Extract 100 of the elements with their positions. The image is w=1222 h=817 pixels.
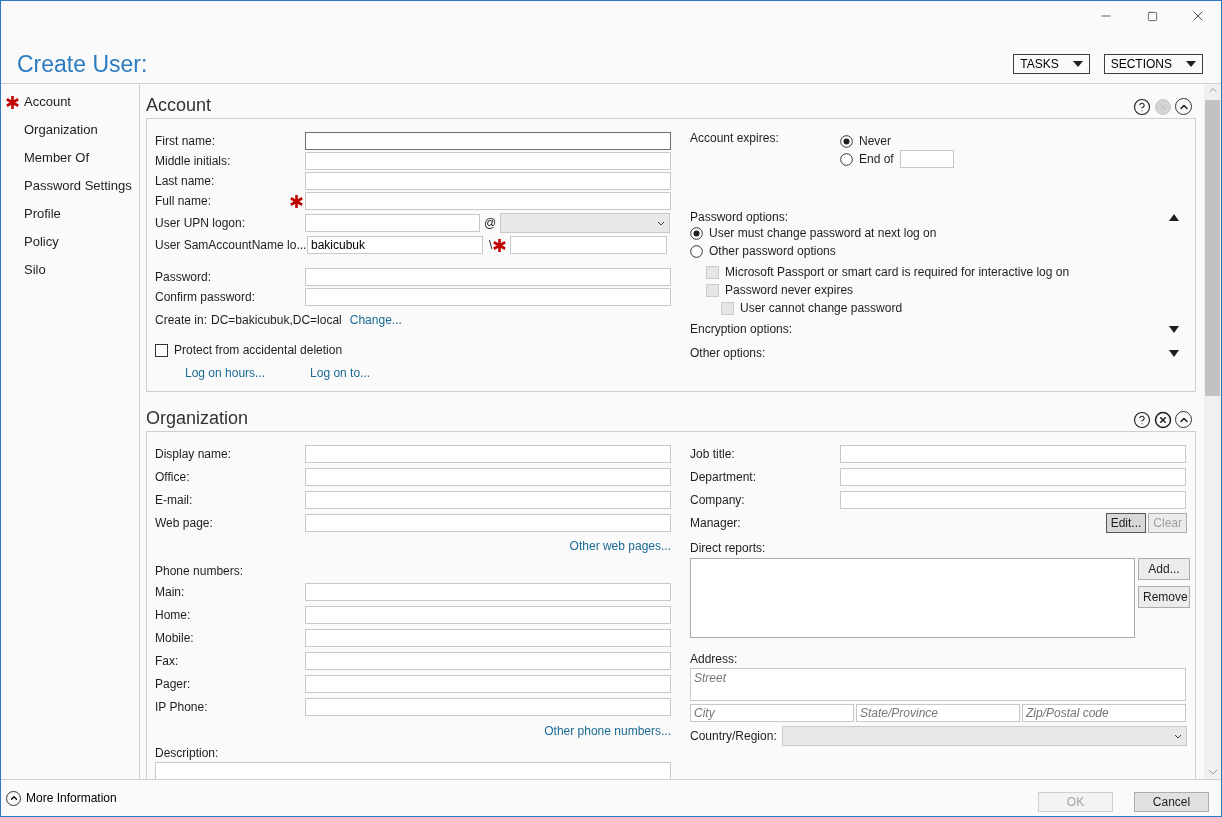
log-on-link[interactable]: Log on hours... xyxy=(185,366,266,380)
field-label: Direct reports: xyxy=(690,541,766,555)
field-label: Create in: xyxy=(155,313,208,327)
country-dropdown[interactable] xyxy=(782,726,1187,746)
group-label: Password options: xyxy=(690,210,789,224)
radio-button[interactable] xyxy=(690,244,703,258)
text-field[interactable] xyxy=(510,236,668,254)
field-label: Department: xyxy=(690,469,757,484)
field-label: User SamAccountName lo... xyxy=(155,238,307,252)
street-field[interactable]: Street xyxy=(690,668,1186,701)
text-field[interactable] xyxy=(305,192,671,210)
text-field[interactable] xyxy=(840,444,1186,463)
nav-link[interactable]: Organization xyxy=(24,122,98,137)
address-field[interactable]: Zip/Postal code xyxy=(1022,704,1186,722)
password-field[interactable] xyxy=(305,268,671,286)
password-field[interactable] xyxy=(305,288,671,306)
field-label: Company: xyxy=(690,492,745,507)
collapse-triangle-icon[interactable] xyxy=(1169,213,1179,221)
text-field[interactable] xyxy=(840,490,1186,509)
radio-button[interactable] xyxy=(840,134,853,148)
change-link[interactable]: Change... xyxy=(349,313,402,327)
log-on-link[interactable]: Log on to... xyxy=(310,366,371,380)
group-label: Other options: xyxy=(690,346,766,360)
field-label: Account expires: xyxy=(690,131,779,145)
field-label: User UPN logon: xyxy=(155,216,246,230)
direct-reports-list[interactable] xyxy=(690,558,1135,638)
text-field[interactable] xyxy=(305,132,671,150)
field-label: Display name: xyxy=(155,446,232,461)
text-field[interactable] xyxy=(305,152,671,170)
field-label: Description: xyxy=(155,746,219,760)
field-label: Middle initials: xyxy=(155,154,231,168)
nav-link[interactable]: Profile xyxy=(24,206,61,221)
date-field[interactable] xyxy=(899,150,954,168)
checkbox-label: User cannot change password xyxy=(740,301,903,315)
address-field[interactable]: City xyxy=(690,704,854,722)
radio-label: End of xyxy=(859,152,894,166)
field-label: Mobile: xyxy=(155,630,194,645)
radio-label: User must change password at next log on xyxy=(709,226,937,240)
caret-icon xyxy=(1072,61,1083,67)
field-label: IP Phone: xyxy=(155,699,208,714)
text-field[interactable] xyxy=(305,444,671,463)
more-information-toggle[interactable]: More Information xyxy=(6,790,117,806)
field-label: Fax: xyxy=(155,653,179,668)
radio-label: Other password options xyxy=(709,244,836,258)
nav-link[interactable]: Password Settings xyxy=(24,178,132,193)
expand-triangle-icon[interactable] xyxy=(1169,325,1179,333)
field-label: E-mail: xyxy=(155,492,193,507)
field-label: Office: xyxy=(155,469,190,484)
separator-text: @ xyxy=(483,216,498,230)
expand-triangle-icon[interactable] xyxy=(1169,349,1179,357)
text-field[interactable] xyxy=(305,172,671,190)
text-field[interactable] xyxy=(305,674,671,693)
chevron-down-icon xyxy=(657,220,666,226)
field-label: Full name: xyxy=(155,194,212,208)
other-web-pages-link[interactable]: Other web pages... xyxy=(569,539,671,553)
text-field[interactable] xyxy=(305,697,671,716)
text-field[interactable] xyxy=(305,651,671,670)
text-field[interactable] xyxy=(305,513,671,532)
text-field[interactable] xyxy=(305,605,671,624)
field-label: Web page: xyxy=(155,515,213,530)
dropdown-button[interactable]: TASKS xyxy=(1013,54,1090,74)
nav-link[interactable]: Silo xyxy=(24,262,46,277)
text-field[interactable] xyxy=(305,467,671,486)
close-icon[interactable] xyxy=(1154,411,1172,429)
nav-link[interactable]: Account xyxy=(24,94,71,109)
required-icon xyxy=(493,238,507,252)
window-title: Create User: xyxy=(17,51,148,78)
radio-button[interactable] xyxy=(690,226,703,240)
field-label: Job title: xyxy=(690,446,735,461)
text-field[interactable] xyxy=(305,214,480,232)
help-icon[interactable] xyxy=(1133,411,1151,429)
scrollbar-thumb[interactable] xyxy=(1205,100,1220,396)
radio-button[interactable] xyxy=(840,152,853,166)
address-field[interactable]: State/Province xyxy=(856,704,1020,722)
field-label: Home: xyxy=(155,607,191,622)
checkbox[interactable] xyxy=(155,343,168,357)
section-title: Account xyxy=(146,95,212,116)
maximize-icon xyxy=(1146,10,1158,22)
list-button[interactable]: Remove xyxy=(1138,586,1190,608)
field-label: Country/Region: xyxy=(690,729,778,743)
group-label: Phone numbers: xyxy=(155,564,244,578)
domain-dropdown[interactable] xyxy=(500,213,671,233)
nav-link[interactable]: Member Of xyxy=(24,150,89,165)
text-field[interactable] xyxy=(305,582,671,601)
text-field[interactable] xyxy=(840,467,1186,486)
text-field[interactable] xyxy=(305,628,671,647)
checkbox-label: Protect from accidental deletion xyxy=(174,343,343,357)
other-phone-numbers-link[interactable]: Other phone numbers... xyxy=(544,724,671,738)
dialog-button[interactable]: Cancel xyxy=(1134,792,1209,812)
scroll-down-icon[interactable] xyxy=(1207,769,1218,775)
scrollbar[interactable] xyxy=(1204,84,1221,779)
field-label: Manager: xyxy=(690,515,741,530)
manager-button[interactable]: Edit... xyxy=(1105,512,1147,533)
text-field[interactable]: bakicubuk xyxy=(307,236,483,254)
container-path: DC=bakicubuk,DC=local xyxy=(211,313,342,327)
nav-link[interactable]: Policy xyxy=(24,234,59,249)
text-field[interactable] xyxy=(305,490,671,509)
dropdown-button[interactable]: SECTIONS xyxy=(1103,54,1203,74)
list-button[interactable]: Add... xyxy=(1138,558,1190,580)
help-icon[interactable] xyxy=(1133,98,1151,116)
